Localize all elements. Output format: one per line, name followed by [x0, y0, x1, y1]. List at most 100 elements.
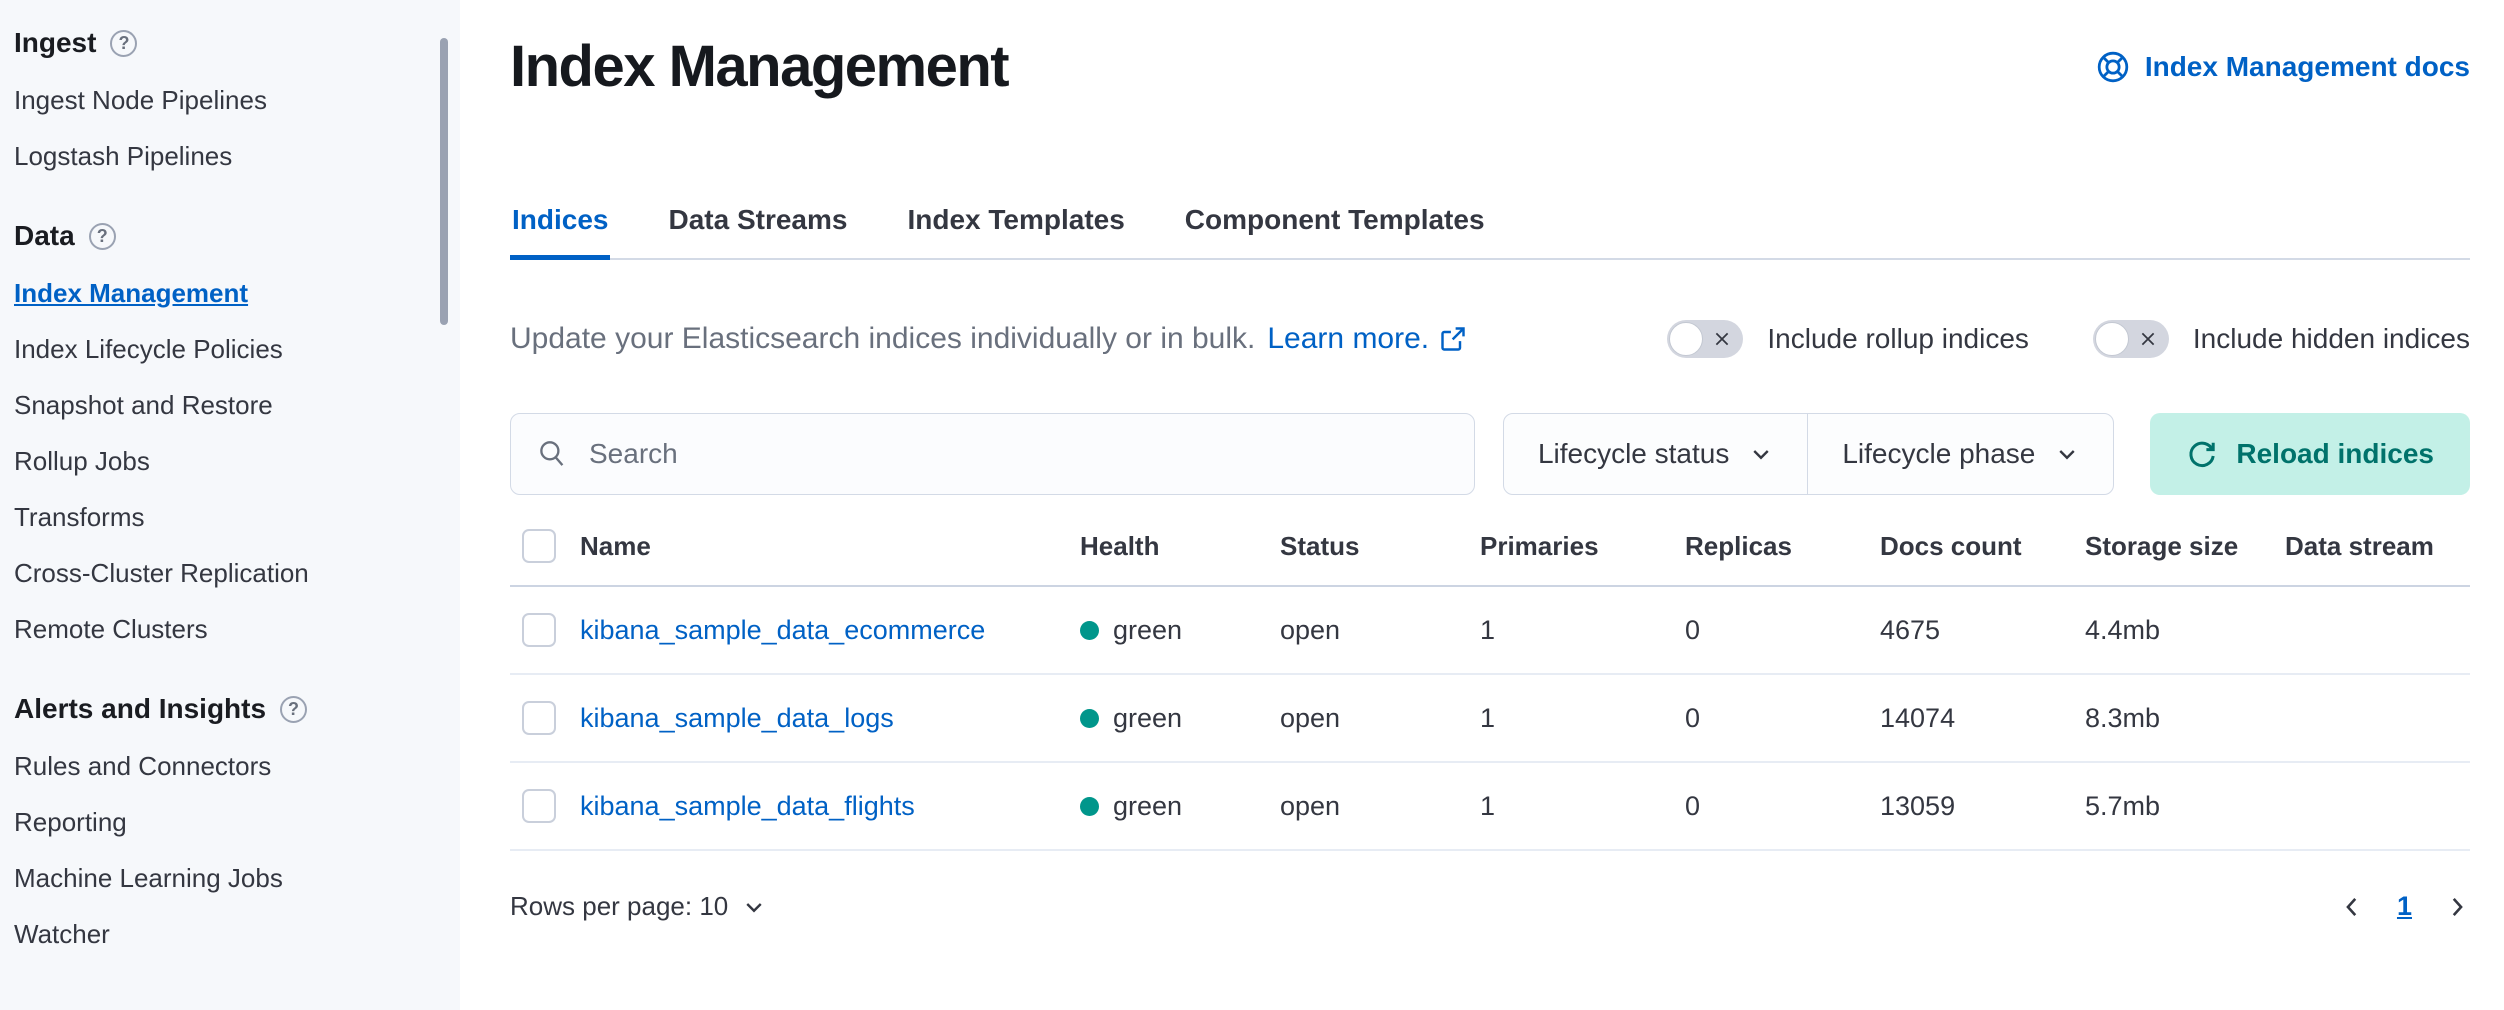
sidebar-item-cross-cluster-replication[interactable]: Cross-Cluster Replication: [14, 557, 309, 589]
filter-label: Lifecycle status: [1538, 438, 1729, 470]
row-checkbox[interactable]: [522, 789, 556, 823]
table-row: kibana_sample_data_logsgreenopen10140748…: [510, 675, 2470, 763]
row-checkbox[interactable]: [522, 701, 556, 735]
cross-icon: [1712, 329, 1732, 349]
toggle-group: Include rollup indices Include hidden ind…: [1667, 320, 2470, 358]
docs-link[interactable]: Index Management docs: [2096, 50, 2470, 84]
table-body: kibana_sample_data_ecommercegreenopen104…: [510, 587, 2470, 851]
cell-docs-count: 4675: [1880, 615, 2085, 646]
tab-indices[interactable]: Indices: [510, 204, 610, 258]
nav-section-title: Ingest?: [14, 26, 460, 60]
next-page-button[interactable]: [2444, 894, 2470, 920]
cell-checkbox: [510, 613, 580, 647]
sidebar-item-ingest-node-pipelines[interactable]: Ingest Node Pipelines: [14, 84, 267, 116]
health-dot-icon: [1080, 709, 1099, 728]
sidebar-item-snapshot-and-restore[interactable]: Snapshot and Restore: [14, 389, 273, 421]
cell-primaries: 1: [1480, 703, 1685, 734]
sidebar-item-transforms[interactable]: Transforms: [14, 501, 145, 533]
sidebar-item-watcher[interactable]: Watcher: [14, 918, 110, 950]
toggle-include-rollup-indices-group: Include rollup indices: [1667, 320, 2029, 358]
indices-table: NameHealthStatusPrimariesReplicasDocs co…: [510, 507, 2470, 851]
toggle-include-hidden-indices[interactable]: [2093, 320, 2169, 358]
index-link-kibana-sample-data-flights[interactable]: kibana_sample_data_flights: [580, 791, 915, 821]
cell-docs-count: 14074: [1880, 703, 2085, 734]
nav-section-title-text: Alerts and Insights: [14, 692, 266, 726]
cell-primaries: 1: [1480, 791, 1685, 822]
cell-primaries: 1: [1480, 615, 1685, 646]
search-icon: [535, 437, 569, 471]
learn-more-link[interactable]: Learn more.: [1267, 322, 1467, 356]
sidebar-item-rollup-jobs[interactable]: Rollup Jobs: [14, 445, 150, 477]
life-ring-docs-icon: [2096, 50, 2130, 84]
cell-storage-size: 5.7mb: [2085, 791, 2285, 822]
column-header-health: Health: [1080, 531, 1280, 562]
sidebar-item-logstash-pipelines[interactable]: Logstash Pipelines: [14, 140, 232, 172]
table-footer: Rows per page: 10 1: [510, 891, 2470, 922]
filter-lifecycle-status[interactable]: Lifecycle status: [1504, 414, 1807, 494]
nav-section-alerts-and-insights: Alerts and Insights? Rules and Connectors…: [14, 692, 460, 950]
chevron-down-icon: [742, 895, 766, 919]
row-checkbox[interactable]: [522, 613, 556, 647]
cell-health: green: [1080, 615, 1280, 646]
toggle-knob: [1669, 322, 1703, 356]
cell-storage-size: 4.4mb: [2085, 615, 2285, 646]
cell-status: open: [1280, 703, 1480, 734]
cell-docs-count: 13059: [1880, 791, 2085, 822]
sidebar-item-remote-clusters[interactable]: Remote Clusters: [14, 613, 208, 645]
cell-health: green: [1080, 791, 1280, 822]
sidebar-item-index-lifecycle-policies[interactable]: Index Lifecycle Policies: [14, 333, 283, 365]
cell-checkbox: [510, 701, 580, 735]
tab-data-streams[interactable]: Data Streams: [666, 204, 849, 258]
toggle-label: Include hidden indices: [2193, 323, 2470, 355]
nav-section-title: Data?: [14, 219, 460, 253]
table-row: kibana_sample_data_flightsgreenopen10130…: [510, 763, 2470, 851]
health-label: green: [1113, 615, 1182, 646]
search-input[interactable]: [587, 437, 1450, 471]
nav-section-title: Alerts and Insights?: [14, 692, 460, 726]
cell-replicas: 0: [1685, 791, 1880, 822]
cell-name: kibana_sample_data_logs: [580, 703, 1080, 734]
sidebar-item-machine-learning-jobs[interactable]: Machine Learning Jobs: [14, 862, 283, 894]
cell-health: green: [1080, 703, 1280, 734]
page-header: Index Management Index Management docs: [510, 30, 2470, 104]
help-icon: ?: [89, 223, 116, 250]
filter-lifecycle-phase[interactable]: Lifecycle phase: [1807, 414, 2113, 494]
external-link-icon: [1439, 325, 1467, 353]
sidebar-scrollbar[interactable]: [440, 38, 448, 325]
search-box[interactable]: [510, 413, 1475, 495]
rows-per-page-button[interactable]: Rows per page: 10: [510, 891, 766, 922]
column-header-docs-count: Docs count: [1880, 531, 2085, 562]
previous-page-button[interactable]: [2339, 894, 2365, 920]
index-link-kibana-sample-data-ecommerce[interactable]: kibana_sample_data_ecommerce: [580, 615, 985, 645]
select-all-checkbox[interactable]: [522, 529, 556, 563]
health-label: green: [1113, 703, 1182, 734]
tab-index-templates[interactable]: Index Templates: [905, 204, 1126, 258]
index-link-kibana-sample-data-logs[interactable]: kibana_sample_data_logs: [580, 703, 894, 733]
notice-row: Update your Elasticsearch indices indivi…: [510, 320, 2470, 358]
column-header-storage-size: Storage size: [2085, 531, 2285, 562]
chevron-right-icon: [2444, 894, 2470, 920]
cell-checkbox: [510, 789, 580, 823]
notice: Update your Elasticsearch indices indivi…: [510, 322, 1467, 356]
nav-section-ingest: Ingest? Ingest Node Pipelines Logstash Pip…: [14, 26, 460, 172]
controls-row: Lifecycle status Lifecycle phase Reload i…: [510, 413, 2470, 495]
notice-text: Update your Elasticsearch indices indivi…: [510, 322, 1255, 356]
toggle-include-hidden-indices-group: Include hidden indices: [2093, 320, 2470, 358]
nav-section-title-text: Ingest: [14, 26, 96, 60]
sidebar-item-reporting[interactable]: Reporting: [14, 806, 127, 838]
filter-group: Lifecycle status Lifecycle phase: [1503, 413, 2114, 495]
nav-section-title-text: Data: [14, 219, 75, 253]
refresh-icon: [2186, 438, 2218, 470]
page-number[interactable]: 1: [2397, 891, 2412, 922]
pagination: 1: [2339, 891, 2470, 922]
reload-indices-button[interactable]: Reload indices: [2150, 413, 2470, 495]
cell-name: kibana_sample_data_ecommerce: [580, 615, 1080, 646]
sidebar-item-rules-and-connectors[interactable]: Rules and Connectors: [14, 750, 271, 782]
sidebar-item-index-management[interactable]: Index Management: [14, 277, 248, 309]
tab-component-templates[interactable]: Component Templates: [1183, 204, 1487, 258]
toggle-label: Include rollup indices: [1767, 323, 2029, 355]
tab-bar: Indices Data Streams Index Templates Compon…: [510, 204, 2470, 260]
cell-replicas: 0: [1685, 615, 1880, 646]
toggle-include-rollup-indices[interactable]: [1667, 320, 1743, 358]
docs-link-label: Index Management docs: [2145, 51, 2470, 83]
